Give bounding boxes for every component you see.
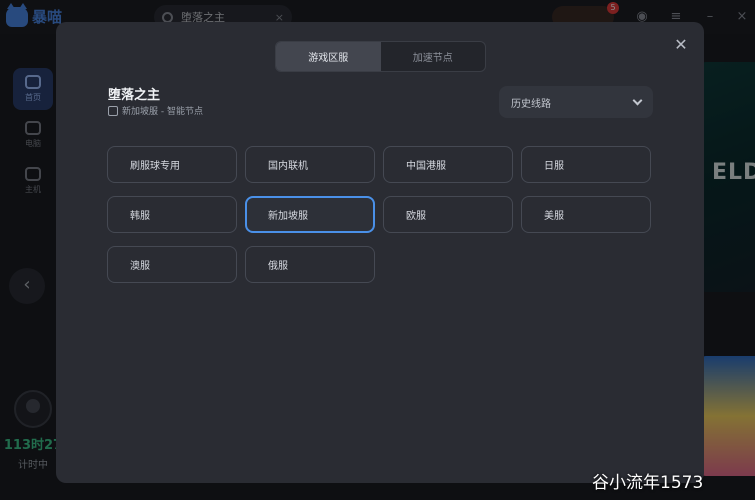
server-option[interactable]: 中国港服 xyxy=(383,146,513,183)
server-option[interactable]: 刷服球专用 xyxy=(107,146,237,183)
close-icon[interactable]: ✕ xyxy=(672,36,690,54)
game-title: 堕落之主 xyxy=(108,88,161,103)
history-label: 历史线路 xyxy=(511,98,551,110)
current-node-info: 新加坡服 - 智能节点 xyxy=(108,104,203,117)
app-window: 暴喵 堕落之主 × 5 ◉ ≡ – × 首页 电脑 主机 ‹ 113时27 计时… xyxy=(0,0,755,500)
server-option-selected[interactable]: 新加坡服 xyxy=(245,196,375,233)
history-route-dropdown[interactable]: 历史线路 xyxy=(499,86,653,118)
dialog-tabs: 游戏区服 加速节点 xyxy=(275,41,486,72)
server-option[interactable]: 俄服 xyxy=(245,246,375,283)
chevron-down-icon xyxy=(632,95,643,105)
server-option[interactable]: 欧服 xyxy=(383,196,513,233)
server-option[interactable]: 美服 xyxy=(521,196,651,233)
server-select-dialog: 游戏区服 加速节点 ✕ 堕落之主 新加坡服 - 智能节点 历史线路 刷服球专用 … xyxy=(56,22,704,483)
server-option[interactable]: 韩服 xyxy=(107,196,237,233)
node-info-text: 新加坡服 - 智能节点 xyxy=(122,107,203,117)
tab-accel-node[interactable]: 加速节点 xyxy=(381,42,486,71)
server-option[interactable]: 国内联机 xyxy=(245,146,375,183)
watermark: 谷小流年1573 xyxy=(592,473,704,493)
node-icon xyxy=(108,105,118,116)
server-option[interactable]: 澳服 xyxy=(107,246,237,283)
tab-game-region[interactable]: 游戏区服 xyxy=(276,42,381,71)
server-option[interactable]: 日服 xyxy=(521,146,651,183)
